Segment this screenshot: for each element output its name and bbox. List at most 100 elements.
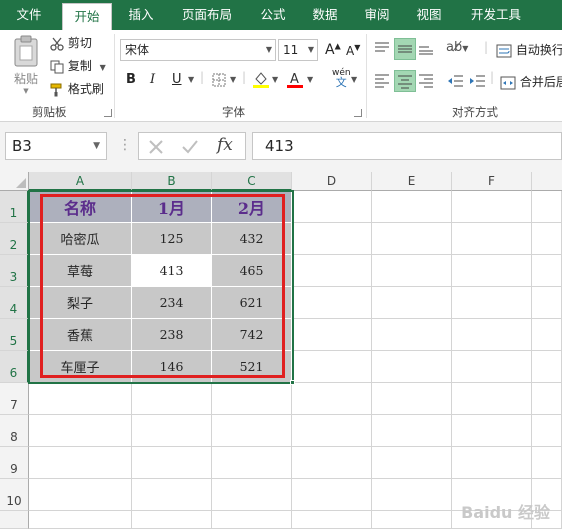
table-cell[interactable]: 234 (132, 287, 212, 319)
align-bottom-button[interactable] (416, 38, 438, 60)
align-right-button[interactable] (416, 70, 438, 92)
increase-indent-button[interactable] (468, 72, 486, 93)
select-all-corner[interactable] (0, 172, 29, 191)
active-cell[interactable]: 413 (132, 255, 212, 287)
grid-cell[interactable] (212, 479, 292, 511)
table-cell[interactable]: 梨子 (29, 287, 132, 319)
table-cell[interactable]: 车厘子 (29, 351, 132, 383)
copy-button[interactable]: 复制 ▼ (50, 57, 106, 74)
grid-cell[interactable] (452, 255, 532, 287)
row-header-1[interactable]: 1 (0, 191, 29, 223)
grid-cell[interactable] (132, 511, 212, 529)
grid-cell[interactable] (452, 191, 532, 223)
grid-cell[interactable] (372, 287, 452, 319)
align-top-button[interactable] (372, 38, 394, 60)
grid-cell[interactable] (292, 223, 372, 255)
grid-cell[interactable] (29, 511, 132, 529)
tab-developer[interactable]: 开发工具 (460, 0, 532, 30)
grid-cell[interactable] (132, 479, 212, 511)
tab-home[interactable]: 开始 (62, 3, 112, 30)
tab-view[interactable]: 视图 (406, 0, 452, 30)
grid-cell[interactable] (532, 191, 562, 223)
table-header-cell[interactable]: 2月 (212, 191, 292, 223)
column-header-e[interactable]: E (372, 172, 452, 191)
font-name-select[interactable]: 宋体 ▼ (120, 39, 276, 61)
table-cell[interactable]: 草莓 (29, 255, 132, 287)
grid-cell[interactable] (372, 415, 452, 447)
align-left-button[interactable] (372, 70, 394, 92)
enter-check-icon[interactable] (181, 138, 199, 156)
grid-cell[interactable] (212, 511, 292, 529)
grid-cell[interactable] (212, 383, 292, 415)
table-cell[interactable]: 125 (132, 223, 212, 255)
row-header-11[interactable] (0, 511, 29, 529)
grid-cell[interactable] (292, 447, 372, 479)
table-cell[interactable]: 465 (212, 255, 292, 287)
grid-cell[interactable] (372, 255, 452, 287)
row-header-9[interactable]: 9 (0, 447, 29, 479)
grid-cell[interactable] (532, 415, 562, 447)
grid-cell[interactable] (372, 447, 452, 479)
merge-center-button[interactable]: 合并后居 (500, 73, 562, 90)
grid-cell[interactable] (452, 351, 532, 383)
grid-cell[interactable] (452, 383, 532, 415)
table-cell[interactable]: 432 (212, 223, 292, 255)
column-header-g[interactable] (532, 172, 562, 191)
paste-button[interactable]: 粘贴 ▼ (8, 34, 44, 96)
grid-cell[interactable] (29, 447, 132, 479)
grid-cell[interactable] (452, 447, 532, 479)
grid-cell[interactable] (372, 351, 452, 383)
cancel-icon[interactable] (147, 138, 165, 156)
fill-color-button[interactable] (252, 70, 270, 88)
grid-cell[interactable] (532, 383, 562, 415)
grid-cell[interactable] (452, 287, 532, 319)
decrease-font-size-button[interactable]: A▼ (346, 43, 360, 58)
table-header-cell[interactable]: 1月 (132, 191, 212, 223)
grid-cell[interactable] (532, 223, 562, 255)
grid-cell[interactable] (29, 383, 132, 415)
table-cell[interactable]: 146 (132, 351, 212, 383)
grid-cell[interactable] (372, 319, 452, 351)
grid-cell[interactable] (292, 351, 372, 383)
table-header-cell[interactable]: 名称 (29, 191, 132, 223)
tab-data[interactable]: 数据 (302, 0, 348, 30)
column-header-a[interactable]: A (29, 172, 132, 191)
grid-cell[interactable] (532, 351, 562, 383)
decrease-indent-button[interactable] (446, 72, 464, 93)
table-cell[interactable]: 238 (132, 319, 212, 351)
grid-cell[interactable] (292, 383, 372, 415)
table-cell[interactable]: 521 (212, 351, 292, 383)
row-header-4[interactable]: 4 (0, 287, 29, 319)
grid-cell[interactable] (372, 383, 452, 415)
borders-button[interactable] (212, 72, 226, 87)
grid-cell[interactable] (452, 415, 532, 447)
bold-button[interactable]: B (126, 72, 136, 87)
grid-cell[interactable] (372, 479, 452, 511)
grid-cell[interactable] (132, 415, 212, 447)
row-header-10[interactable]: 10 (0, 479, 29, 511)
table-cell[interactable]: 621 (212, 287, 292, 319)
column-header-c[interactable]: C (212, 172, 292, 191)
grid-cell[interactable] (372, 511, 452, 529)
grid-cell[interactable] (132, 383, 212, 415)
column-header-b[interactable]: B (132, 172, 212, 191)
tab-page-layout[interactable]: 页面布局 (172, 0, 242, 30)
row-header-2[interactable]: 2 (0, 223, 29, 255)
grid-cell[interactable] (292, 511, 372, 529)
grid-cell[interactable] (292, 415, 372, 447)
grid-cell[interactable] (452, 319, 532, 351)
row-header-6[interactable]: 6 (0, 351, 29, 383)
grid-cell[interactable] (292, 255, 372, 287)
align-middle-button[interactable] (394, 38, 416, 60)
underline-dropdown-icon[interactable]: ▼ (188, 75, 194, 84)
wrap-text-button[interactable]: 自动换行 (496, 41, 562, 58)
tab-file[interactable]: 文件 (6, 0, 52, 30)
insert-function-button[interactable]: fx (217, 135, 233, 155)
tab-insert[interactable]: 插入 (118, 0, 164, 30)
grid-cell[interactable] (292, 287, 372, 319)
phonetic-dropdown-icon[interactable]: ▼ (351, 75, 357, 84)
grid-cell[interactable] (212, 415, 292, 447)
formula-input[interactable]: 413 (252, 132, 562, 160)
grid-cell[interactable] (132, 447, 212, 479)
tab-formulas[interactable]: 公式 (250, 0, 296, 30)
